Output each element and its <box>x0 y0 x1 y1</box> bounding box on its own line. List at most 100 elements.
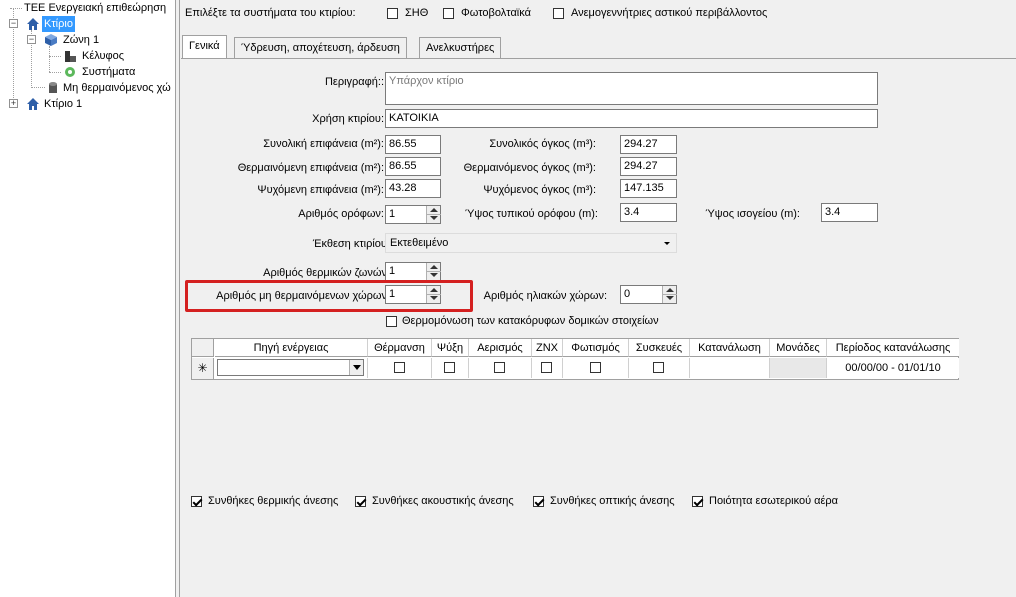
consumption-cell[interactable] <box>690 358 770 378</box>
solar-spaces-stepper[interactable]: 0 <box>620 285 677 304</box>
lighting-checkbox[interactable] <box>589 362 601 373</box>
systems-icon <box>65 67 75 77</box>
cooled-area-field[interactable]: 43.28 <box>385 179 441 198</box>
heating-cell[interactable] <box>368 358 432 378</box>
period-cell[interactable]: 00/00/00 - 01/01/10 <box>827 358 959 378</box>
spin-up-icon[interactable] <box>666 288 674 292</box>
wind-turbines-checkbox[interactable] <box>553 8 564 19</box>
expand-icon[interactable]: + <box>9 99 18 108</box>
collapse-icon[interactable]: − <box>9 19 18 28</box>
chp-checkbox[interactable] <box>387 8 398 19</box>
spin-up-icon[interactable] <box>430 288 438 292</box>
tree-item-root[interactable]: ΤΕΕ Ενεργειακή επιθεώρηση <box>0 0 175 16</box>
chevron-down-icon[interactable] <box>349 360 363 375</box>
systems-label: Επιλέξτε τα συστήματα του κτιρίου: <box>185 7 356 19</box>
column-header[interactable]: ΖΝΧ <box>532 339 563 357</box>
tab-elevators[interactable]: Ανελκυστήρες <box>419 37 502 59</box>
photovoltaics-label: Φωτοβολταϊκά <box>461 7 531 19</box>
usage-field[interactable]: ΚΑΤΟΙΚΙΑ <box>385 109 878 128</box>
spin-down-icon[interactable] <box>430 273 438 277</box>
thermal-zones-value: 1 <box>389 265 396 277</box>
heated-volume-label: Θερμαινόμενος όγκος (m³): <box>463 162 596 174</box>
tree-item-building-1[interactable]: + Κτίριο 1 <box>0 96 175 112</box>
spin-down-icon[interactable] <box>666 296 674 300</box>
tree-item-label: Συστήματα <box>82 66 136 78</box>
spin-buttons[interactable] <box>426 263 441 280</box>
lighting-cell[interactable] <box>563 358 629 378</box>
spin-up-icon[interactable] <box>430 265 438 269</box>
column-header[interactable]: Κατανάλωση <box>690 339 770 357</box>
column-header[interactable]: Περίοδος κατανάλωσης <box>827 339 959 357</box>
appliances-cell[interactable] <box>629 358 690 378</box>
heated-volume-field[interactable]: 294.27 <box>620 157 677 176</box>
dhw-cell[interactable] <box>532 358 563 378</box>
exposure-value: Εκτεθειμένο <box>390 237 449 249</box>
visual-comfort-checkbox[interactable] <box>533 496 544 507</box>
appliances-checkbox[interactable] <box>653 362 664 373</box>
acoustic-comfort-checkbox[interactable] <box>355 496 366 507</box>
description-textarea[interactable]: Υπάρχον κτίριο <box>385 72 878 105</box>
insulation-checkbox[interactable] <box>386 316 397 327</box>
spin-buttons[interactable] <box>662 286 677 303</box>
unheated-spaces-label: Αριθμός μη θερμαινόμενων χώρων: <box>216 290 390 302</box>
energy-sources-grid[interactable]: Πηγή ενέργειας Θέρμανση Ψύξη Αερισμός ΖΝ… <box>191 338 959 380</box>
heating-checkbox[interactable] <box>393 362 405 373</box>
spin-buttons[interactable] <box>426 286 441 303</box>
total-area-label: Συνολική επιφάνεια (m²): <box>263 138 384 150</box>
project-tree[interactable]: ΤΕΕ Ενεργειακή επιθεώρηση − Κτίριο − Ζών… <box>0 0 176 597</box>
total-volume-field[interactable]: 294.27 <box>620 135 677 154</box>
energy-source-dropdown[interactable] <box>217 359 364 376</box>
total-volume-label: Συνολικός όγκος (m³): <box>489 138 596 150</box>
tab-general[interactable]: Γενικά <box>182 35 227 59</box>
ground-height-field[interactable]: 3.4 <box>821 203 878 222</box>
spin-up-icon[interactable] <box>430 208 438 212</box>
cooling-checkbox[interactable] <box>444 362 455 373</box>
floors-stepper[interactable]: 1 <box>385 205 441 224</box>
column-header[interactable]: Μονάδες <box>770 339 827 357</box>
tree-item-label: Μη θερμαινόμενος χώ <box>63 82 171 94</box>
spin-down-icon[interactable] <box>430 296 438 300</box>
cooled-area-label: Ψυχόμενη επιφάνεια (m²): <box>257 184 384 196</box>
tree-item-envelope[interactable]: Κέλυφος <box>0 48 175 64</box>
thermal-zones-label: Αριθμός θερμικών ζωνών: <box>263 267 390 279</box>
spin-buttons[interactable] <box>426 206 441 223</box>
floors-value: 1 <box>389 208 396 220</box>
description-label: Περιγραφή:: <box>324 76 384 88</box>
tab-water-supply[interactable]: Ύδρευση, αποχέτευση, άρδευση <box>234 37 407 59</box>
dhw-checkbox[interactable] <box>541 362 552 373</box>
column-header[interactable]: Συσκευές <box>629 339 690 357</box>
table-row[interactable] <box>215 358 368 378</box>
tree-item-label: Ζώνη 1 <box>63 34 100 46</box>
heated-area-field[interactable]: 86.55 <box>385 157 441 176</box>
exposure-dropdown[interactable]: Εκτεθειμένο <box>385 233 677 253</box>
total-area-field[interactable]: 86.55 <box>385 135 441 154</box>
indoor-air-quality-checkbox[interactable] <box>692 496 703 507</box>
new-row-marker: ✳ <box>192 358 214 379</box>
column-header[interactable]: Φωτισμός <box>563 339 629 357</box>
ventilation-cell[interactable] <box>469 358 532 378</box>
ventilation-checkbox[interactable] <box>494 362 505 373</box>
photovoltaics-checkbox[interactable] <box>443 8 454 19</box>
floor-height-label: Ύψος τυπικού ορόφου (m): <box>464 208 598 220</box>
spin-down-icon[interactable] <box>430 216 438 220</box>
tree-item-systems[interactable]: Συστήματα <box>0 64 175 80</box>
thermal-zones-stepper[interactable]: 1 <box>385 262 441 281</box>
cooling-cell[interactable] <box>432 358 469 378</box>
column-header[interactable]: Ψύξη <box>432 339 469 357</box>
tree-item-zone-1[interactable]: − Ζώνη 1 <box>0 32 175 48</box>
solar-spaces-label: Αριθμός ηλιακών χώρων: <box>483 290 607 302</box>
tree-item-unheated-space[interactable]: Μη θερμαινόμενος χώ <box>0 80 175 96</box>
column-header[interactable]: Πηγή ενέργειας <box>215 339 368 357</box>
floor-height-field[interactable]: 3.4 <box>620 203 677 222</box>
heated-area-label: Θερμαινόμενη επιφάνεια (m²): <box>237 162 384 174</box>
thermal-comfort-checkbox[interactable] <box>191 496 202 507</box>
tree-item-label: ΤΕΕ Ενεργειακή επιθεώρηση <box>24 2 167 14</box>
pane-splitter[interactable] <box>176 0 180 597</box>
collapse-icon[interactable]: − <box>27 35 36 44</box>
column-header[interactable]: Θέρμανση <box>368 339 432 357</box>
unheated-spaces-stepper[interactable]: 1 <box>385 285 441 304</box>
tree-item-building[interactable]: − Κτίριο <box>0 16 175 32</box>
column-header[interactable]: Αερισμός <box>469 339 532 357</box>
cooled-volume-field[interactable]: 147.135 <box>620 179 677 198</box>
thermal-comfort-label: Συνθήκες θερμικής άνεσης <box>208 495 339 507</box>
